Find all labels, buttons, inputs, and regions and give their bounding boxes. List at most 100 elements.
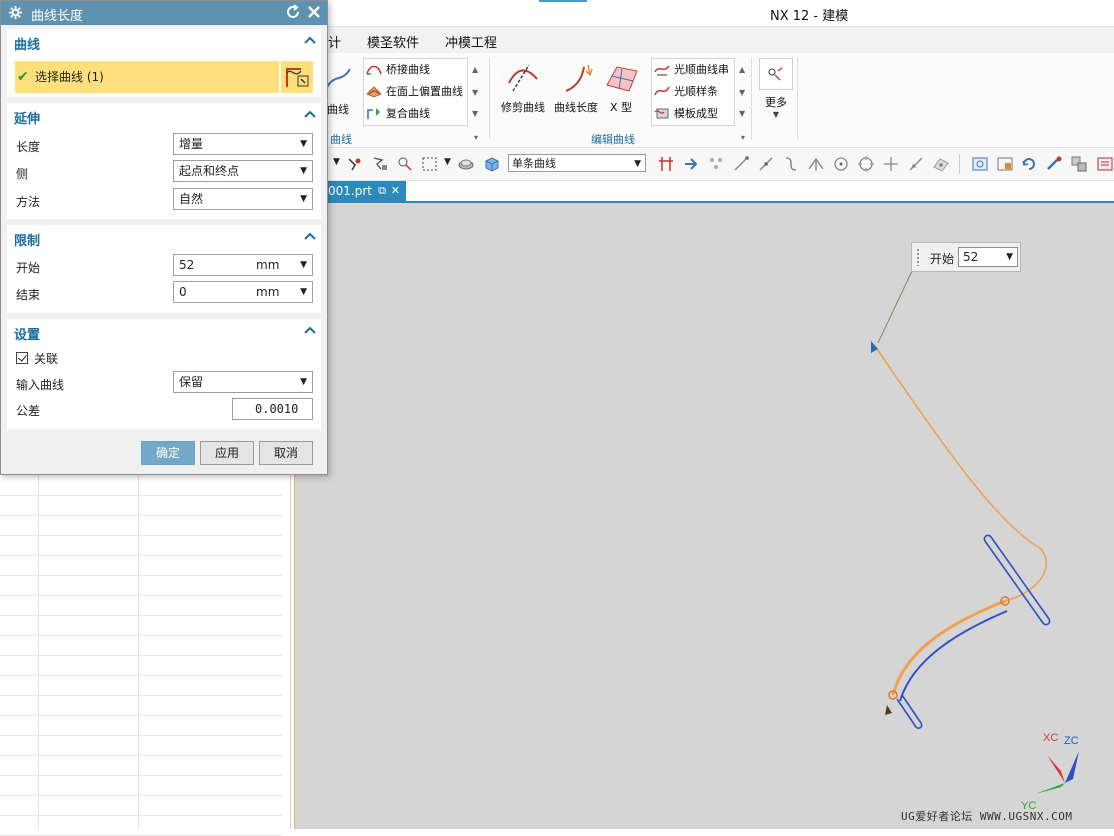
end-drag-arrow-icon[interactable]	[885, 705, 892, 715]
chevron-down-icon[interactable]: ▼	[300, 255, 307, 275]
snap-points-icon[interactable]	[707, 155, 725, 173]
layer-settings-icon[interactable]	[1096, 155, 1114, 173]
stop-at-intersection-icon[interactable]	[657, 155, 675, 173]
view-orient-icon[interactable]	[457, 155, 475, 173]
model-canvas[interactable]: XC ZC YC	[295, 203, 1114, 829]
gear-icon[interactable]	[8, 5, 23, 20]
triad-zc-label: ZC	[1064, 735, 1079, 747]
chevron-down-icon[interactable]: ▼	[300, 282, 307, 302]
pan-view-icon[interactable]	[1045, 155, 1063, 173]
select-group-icon[interactable]	[396, 155, 414, 173]
collapse-icon[interactable]	[304, 109, 316, 119]
bridge-curve-button[interactable]: 桥接曲线	[366, 59, 430, 79]
end-input[interactable]: 0 mm ▼	[173, 281, 313, 303]
intersection-point-icon[interactable]	[807, 155, 825, 173]
template-shape-button[interactable]: 模板成型	[654, 103, 718, 123]
start-value: 52	[179, 258, 195, 272]
curve-length-button[interactable]: 曲线长度	[552, 61, 600, 115]
offset-in-face-label: 在面上偏置曲线	[386, 85, 463, 98]
more-icon	[768, 67, 783, 81]
snap-icon[interactable]	[346, 155, 364, 173]
select-curve-button[interactable]	[281, 61, 313, 93]
point-on-face-icon[interactable]	[932, 155, 950, 173]
side-select[interactable]: 起点和终点 ▼	[173, 160, 313, 182]
grid-row	[0, 735, 282, 756]
collapse-icon[interactable]	[304, 35, 316, 45]
dialog-title-bar[interactable]: 曲线长度	[1, 1, 327, 25]
menu-item-design[interactable]: 计	[328, 32, 341, 51]
watermark-text: UG爱好者论坛 WWW.UGSNX.COM	[901, 810, 1073, 823]
rotate-view-icon[interactable]	[1020, 155, 1038, 173]
zoom-window-icon[interactable]	[996, 155, 1014, 173]
bridge-curve-icon	[366, 65, 382, 75]
file-tab[interactable]: 001.prt ⧉ ✕	[322, 181, 406, 201]
derived-scroll-down-icon[interactable]: ▼	[472, 88, 478, 97]
modified-icon: ⧉	[378, 184, 386, 197]
derived-expand-icon[interactable]: ▼	[472, 109, 478, 118]
length-select[interactable]: 增量 ▼	[173, 133, 313, 155]
grid-row	[0, 715, 282, 736]
popup-leader-line	[877, 270, 913, 344]
rectangle-select-dropdown-icon[interactable]: ▼	[444, 157, 451, 167]
toolbar-separator	[959, 154, 960, 174]
derived-scroll-up-icon[interactable]: ▲	[472, 65, 478, 74]
solid-display-icon[interactable]	[483, 155, 501, 173]
menu-item-stamping-die[interactable]: 冲模工程	[445, 32, 497, 51]
menu-item-mosheng-software[interactable]: 模圣软件	[367, 32, 419, 51]
edit-scroll-up-icon[interactable]: ▲	[739, 65, 745, 74]
point-on-curve-icon[interactable]	[907, 155, 925, 173]
select-curve-row[interactable]: ✔ 选择曲线 (1)	[15, 61, 279, 93]
extended-curve-preview[interactable]	[876, 348, 1048, 602]
offset-in-face-button[interactable]: 在面上偏置曲线	[366, 81, 463, 101]
quadrant-point-icon[interactable]	[857, 155, 875, 173]
existing-point-icon[interactable]	[882, 155, 900, 173]
more-button[interactable]: 更多 ▼	[757, 58, 795, 119]
arc-center-icon[interactable]	[832, 155, 850, 173]
composite-curve-button[interactable]: 复合曲线	[366, 103, 430, 123]
drag-grip-icon[interactable]	[916, 248, 920, 266]
edit-group-menu-icon[interactable]: ▾	[741, 133, 745, 142]
control-point-icon[interactable]	[782, 155, 800, 173]
selection-filter-select[interactable]: 单条曲线 ▼	[508, 154, 646, 172]
edit-expand-icon[interactable]: ▼	[739, 109, 745, 118]
tolerance-input[interactable]: 0.0010	[232, 398, 313, 420]
method-select[interactable]: 自然 ▼	[173, 188, 313, 210]
derived-group-menu-icon[interactable]: ▾	[474, 133, 478, 142]
start-drag-arrow-icon[interactable]	[871, 341, 878, 353]
close-tab-icon[interactable]: ✕	[391, 181, 400, 201]
close-icon[interactable]	[306, 4, 322, 20]
side-label: 侧	[16, 167, 29, 181]
mid-point-icon[interactable]	[757, 155, 775, 173]
graphics-viewport[interactable]: XC ZC YC 开始 52 ▼ UG爱好者论坛 WWW.UGSNX.COM	[294, 203, 1114, 829]
trim-curve-icon	[508, 64, 538, 92]
menu-dropdown-icon[interactable]: ▼	[333, 157, 340, 167]
smooth-spline-button[interactable]: 光顺样条	[654, 81, 718, 101]
end-point-icon[interactable]	[732, 155, 750, 173]
x-form-button[interactable]: X 型	[602, 61, 640, 115]
smooth-curve-string-button[interactable]: 光顺曲线串	[654, 59, 729, 79]
input-curve-select[interactable]: 保留 ▼	[173, 371, 313, 393]
apply-button[interactable]: 应用	[200, 441, 254, 465]
follow-fillet-icon[interactable]	[682, 155, 700, 173]
method-label: 方法	[16, 195, 41, 209]
edit-scroll-down-icon[interactable]: ▼	[739, 88, 745, 97]
cancel-button[interactable]: 取消	[259, 441, 313, 465]
grid-row	[0, 755, 282, 776]
render-style-icon[interactable]	[1070, 155, 1088, 173]
start-popup-input[interactable]: 52 ▼	[958, 247, 1018, 267]
associative-checkbox[interactable]	[16, 352, 28, 364]
fit-view-icon[interactable]	[971, 155, 989, 173]
curve-select-area: ✔ 选择曲线 (1)	[7, 57, 321, 97]
reset-icon[interactable]	[285, 4, 301, 20]
ok-button[interactable]: 确定	[141, 441, 195, 465]
grid-row	[0, 795, 282, 816]
collapse-icon[interactable]	[304, 231, 316, 241]
start-input[interactable]: 52 mm ▼	[173, 254, 313, 276]
rectangle-select-icon[interactable]	[421, 155, 439, 173]
select-features-icon[interactable]	[371, 155, 389, 173]
trim-curve-button[interactable]: 修剪曲线	[498, 61, 548, 115]
start-popup-label: 开始	[930, 252, 955, 266]
collapse-icon[interactable]	[304, 325, 316, 335]
ribbon-separator	[489, 57, 490, 139]
chevron-down-icon: ▼	[300, 166, 307, 176]
